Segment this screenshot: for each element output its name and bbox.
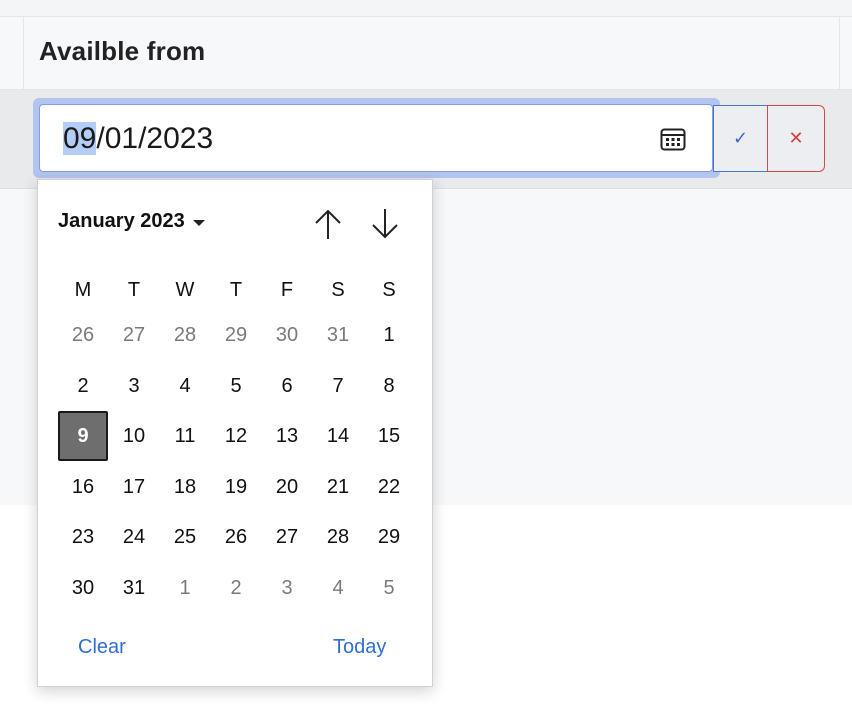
date-picker-popup: January 2023 MTWTFSS 26 27 28 29 30 31 1 2 3 4 5 6 7… — [37, 179, 433, 687]
calendar-day[interactable]: 15 — [364, 411, 414, 461]
calendar-day[interactable]: 29 — [364, 512, 414, 562]
calendar-day[interactable]: 16 — [58, 462, 108, 512]
calendar-day[interactable]: 25 — [160, 512, 210, 562]
date-input-rest: /01/2023 — [96, 122, 214, 155]
calendar-day[interactable]: 10 — [109, 411, 159, 461]
calendar-day[interactable]: 30 — [58, 563, 108, 613]
calendar-day[interactable]: 2 — [58, 361, 108, 411]
weekday-label: T — [229, 279, 243, 301]
calendar-day-outside-month[interactable]: 30 — [262, 310, 312, 360]
calendar-week-row: 16 17 18 19 20 21 22 — [58, 462, 414, 513]
weekday-label: F — [280, 279, 294, 301]
calendar-day[interactable]: 31 — [109, 563, 159, 613]
calendar-day-outside-month[interactable]: 3 — [262, 563, 312, 613]
calendar-day[interactable]: 18 — [160, 462, 210, 512]
calendar-day-outside-month[interactable]: 31 — [313, 310, 363, 360]
calendar-day[interactable]: 4 — [160, 361, 210, 411]
column-divider — [23, 17, 24, 89]
calendar-day[interactable]: 5 — [211, 361, 261, 411]
check-icon: ✓ — [732, 128, 749, 148]
calendar-day-outside-month[interactable]: 27 — [109, 310, 159, 360]
previous-month-button[interactable] — [310, 206, 346, 242]
calendar-weeks: 26 27 28 29 30 31 1 2 3 4 5 6 7 8 9 10 11 12 13 14 15 16 17 18 1… — [58, 310, 414, 613]
calendar-day-outside-month[interactable]: 28 — [160, 310, 210, 360]
date-input[interactable]: 09/01/2023 — [39, 104, 713, 172]
month-year-select[interactable]: January 2023 — [58, 210, 205, 233]
month-year-label: January 2023 — [58, 210, 185, 232]
calendar-week-row: 26 27 28 29 30 31 1 — [58, 310, 414, 361]
calendar-day-outside-month[interactable]: 29 — [211, 310, 261, 360]
calendar-day[interactable]: 12 — [211, 411, 261, 461]
calendar-day[interactable]: 19 — [211, 462, 261, 512]
calendar-day-selected[interactable]: 9 — [58, 411, 108, 462]
today-button[interactable]: Today — [333, 636, 386, 659]
calendar-day[interactable]: 22 — [364, 462, 414, 512]
calendar-day[interactable]: 20 — [262, 462, 312, 512]
calendar-day[interactable]: 14 — [313, 411, 363, 461]
table-top-strip — [0, 0, 852, 17]
calendar-grid: MTWTFSS 26 27 28 29 30 31 1 2 3 4 5 6 7 8 9 10 11 12 13 14 1… — [58, 270, 414, 613]
calendar-day[interactable]: 7 — [313, 361, 363, 411]
weekday-header-row: MTWTFSS — [58, 270, 414, 310]
column-divider — [839, 17, 840, 89]
calendar-day[interactable]: 6 — [262, 361, 312, 411]
calendar-day[interactable]: 1 — [364, 310, 414, 360]
weekday-label: S — [382, 279, 396, 301]
calendar-day-outside-month[interactable]: 4 — [313, 563, 363, 613]
calendar-day-outside-month[interactable]: 26 — [58, 310, 108, 360]
date-input-selected-segment[interactable]: 09 — [63, 122, 97, 155]
calendar-day[interactable]: 21 — [313, 462, 363, 512]
next-month-button[interactable] — [367, 206, 403, 242]
clear-button[interactable]: Clear — [78, 636, 126, 659]
cancel-button[interactable]: ✕ — [767, 105, 825, 172]
calendar-day[interactable]: 24 — [109, 512, 159, 562]
weekday-label: S — [331, 279, 345, 301]
calendar-day[interactable]: 11 — [160, 411, 210, 461]
weekday-label: T — [127, 279, 141, 301]
calendar-day[interactable]: 27 — [262, 512, 312, 562]
confirm-button[interactable]: ✓ — [713, 105, 768, 172]
calendar-day-outside-month[interactable]: 1 — [160, 563, 210, 613]
calendar-day[interactable]: 3 — [109, 361, 159, 411]
weekday-label: W — [175, 279, 195, 301]
calendar-day[interactable]: 26 — [211, 512, 261, 562]
close-icon: ✕ — [788, 128, 804, 148]
weekday-label: M — [74, 279, 92, 301]
calendar-week-row: 30 31 1 2 3 4 5 — [58, 563, 414, 614]
calendar-day[interactable]: 28 — [313, 512, 363, 562]
calendar-day-outside-month[interactable]: 5 — [364, 563, 414, 613]
calendar-day-outside-month[interactable]: 2 — [211, 563, 261, 613]
calendar-week-row: 23 24 25 26 27 28 29 — [58, 512, 414, 563]
calendar-day[interactable]: 23 — [58, 512, 108, 562]
calendar-day[interactable]: 13 — [262, 411, 312, 461]
calendar-day[interactable]: 8 — [364, 361, 414, 411]
calendar-week-row: 2345678 — [58, 361, 414, 412]
calendar-icon[interactable] — [657, 123, 689, 155]
calendar-week-row: 9 10 11 12 13 14 15 — [58, 411, 414, 462]
column-header-available-from[interactable]: Availble from — [39, 36, 205, 67]
arrow-up-icon — [315, 209, 341, 239]
calendar-day[interactable]: 17 — [109, 462, 159, 512]
arrow-down-icon — [372, 209, 398, 239]
caret-down-icon — [192, 219, 205, 226]
date-input-value[interactable]: 09/01/2023 — [63, 121, 213, 157]
